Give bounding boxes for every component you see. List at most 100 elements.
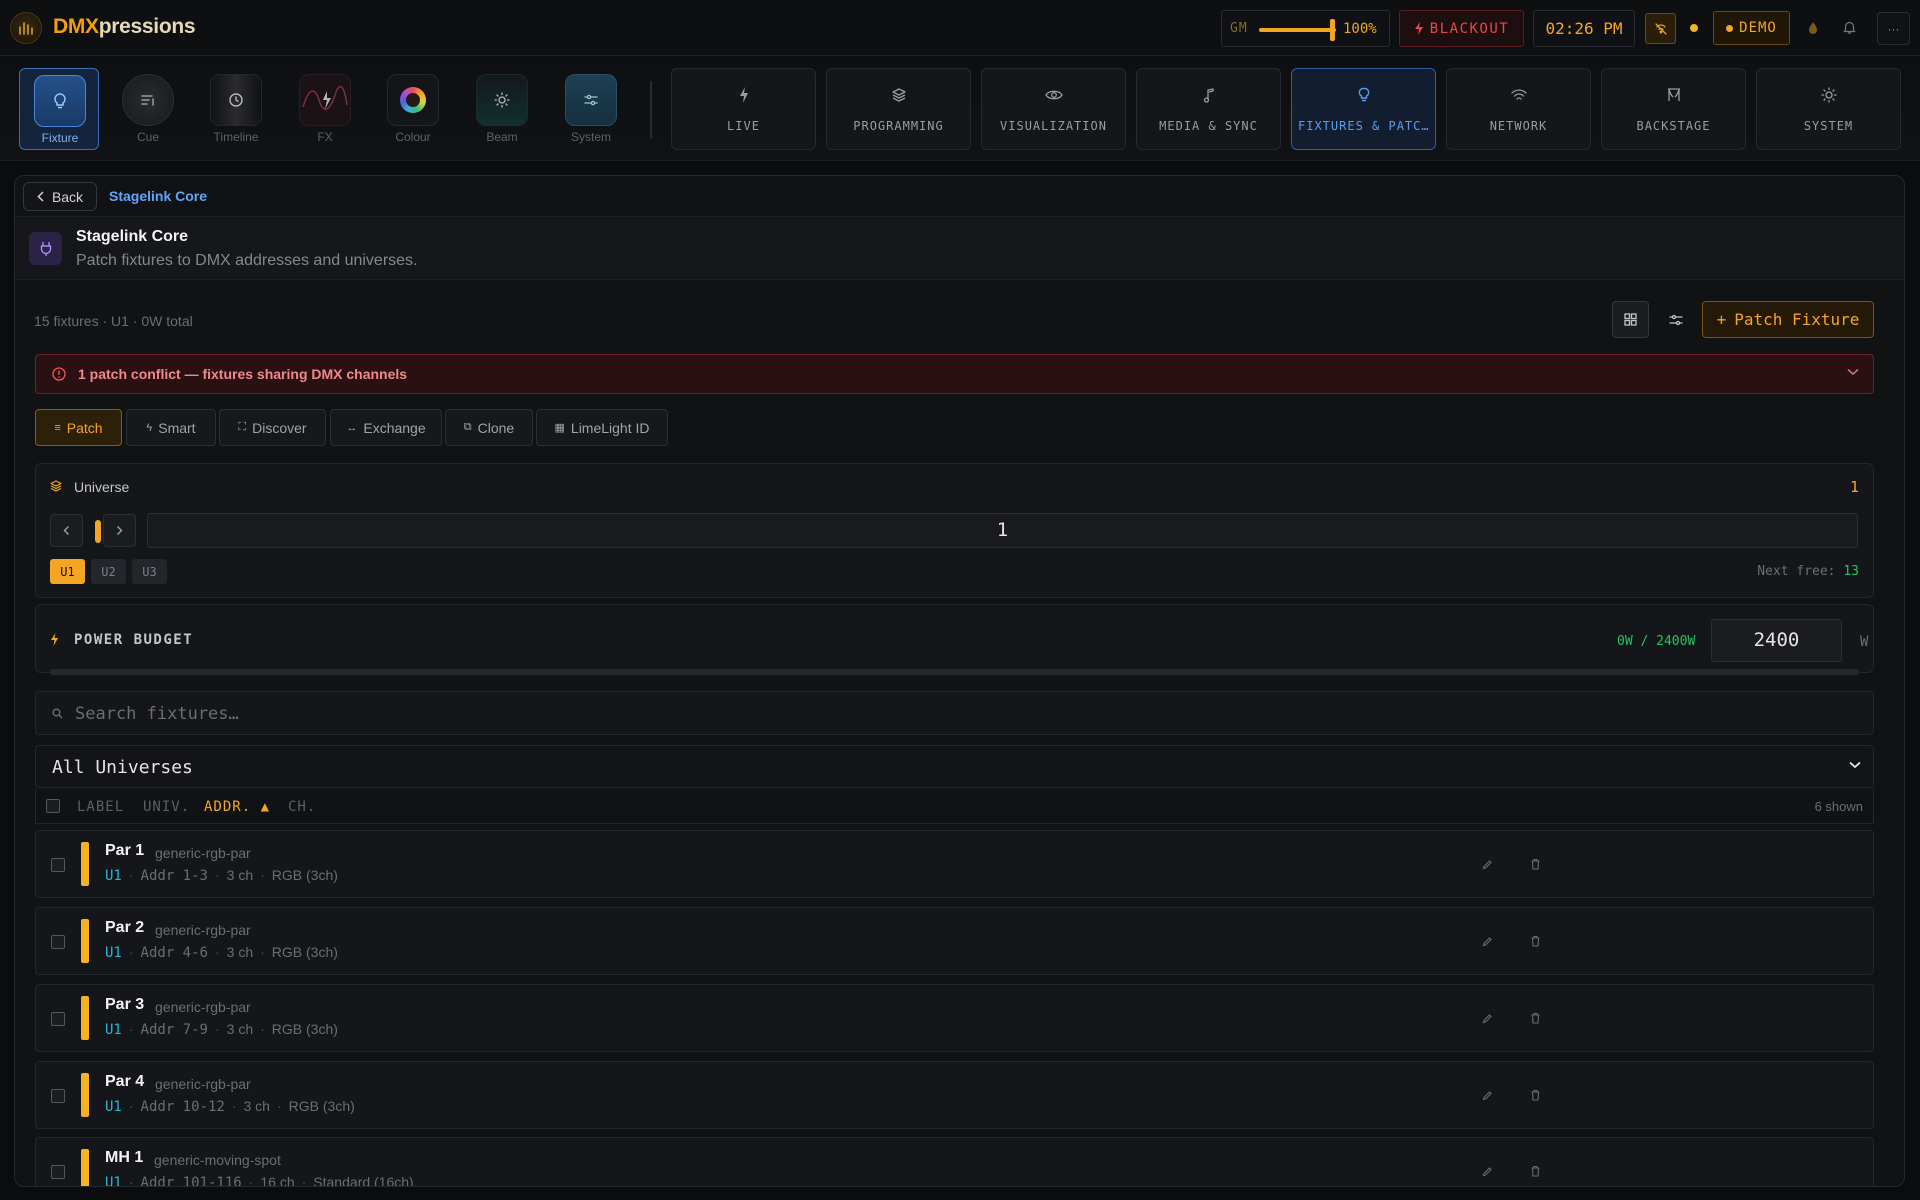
edit-icon[interactable] [1480,1011,1494,1025]
tab-label: BACKSTAGE [1636,119,1711,133]
fixture-meta: U1 · Addr 7-9 · 3 ch · RGB (3ch) [105,1021,338,1038]
filter-settings-button[interactable] [1657,301,1694,338]
subtab-label: Smart [158,419,196,436]
flame-icon[interactable] [1804,19,1822,37]
tab-network[interactable]: NETWORK [1446,68,1591,150]
grand-master-control[interactable]: GM 100% [1221,10,1390,47]
table-row[interactable]: Par 4 generic-rgb-par U1 · Addr 10-12 · 3 ch… [35,1061,1874,1129]
bolt-icon [51,633,58,646]
universe-chip-u1[interactable]: U1 [50,559,85,584]
mode-beam[interactable]: Beam [462,68,542,150]
universe-prev-button[interactable] [50,514,83,547]
blackout-button[interactable]: BLACKOUT [1399,10,1524,47]
trash-icon[interactable] [1528,1164,1542,1178]
tab-backstage[interactable]: BACKSTAGE [1601,68,1746,150]
blackout-label: BLACKOUT [1429,20,1510,37]
demo-mode-badge[interactable]: DEMO [1713,11,1790,45]
more-menu-button[interactable]: ··· [1877,12,1910,45]
universe-chip-u2[interactable]: U2 [91,559,126,584]
universe-next-button[interactable] [103,514,136,547]
bolt-icon [672,87,815,105]
chevron-right-icon [117,526,123,535]
subtab-clone[interactable]: ⧉ Clone [445,409,533,446]
search-input[interactable]: Search fixtures… [35,691,1874,735]
midi-toggle-button[interactable] [1645,13,1676,44]
patch-fixture-button[interactable]: + Patch Fixture [1702,301,1874,338]
mode-fx[interactable]: FX [285,68,365,150]
edit-icon[interactable] [1480,1164,1494,1178]
trash-icon[interactable] [1528,934,1542,948]
column-universe[interactable]: UNIV. [143,799,190,815]
fixture-address: Addr 101-116 [140,1175,242,1187]
mode-fixture[interactable]: Fixture [19,68,99,150]
separator-dot: · [128,1098,134,1114]
edit-icon[interactable] [1480,857,1494,871]
power-budget-input[interactable]: 2400 [1711,619,1842,662]
tab-visualization[interactable]: VISUALIZATION [981,68,1126,150]
grid-view-button[interactable] [1612,301,1649,338]
mode-colour[interactable]: Colour [373,68,453,150]
separator-dot: · [214,1021,220,1037]
bulb-icon [1292,87,1435,105]
tab-media-sync[interactable]: MEDIA & SYNC [1136,68,1281,150]
subtab-patch[interactable]: ≡ Patch [35,409,122,446]
column-label[interactable]: LABEL [77,799,124,815]
row-checkbox[interactable] [51,1089,65,1103]
grand-master-slider-track[interactable] [1259,28,1336,32]
fx-wave-icon [299,74,351,126]
column-channels[interactable]: CH. [288,799,316,815]
separator-dot: · [276,1098,282,1114]
row-checkbox[interactable] [51,935,65,949]
back-button[interactable]: Back [23,182,97,211]
fixture-mode: RGB (3ch) [271,1021,338,1037]
shown-count: 6 shown [1814,799,1863,814]
clock-display: 02:26 PM [1533,10,1635,47]
grand-master-slider-thumb[interactable] [1330,19,1335,41]
separator-dot: · [231,1098,237,1114]
select-all-checkbox[interactable] [46,799,60,813]
mode-timeline[interactable]: Timeline [196,68,276,150]
table-row[interactable]: Par 1 generic-rgb-par U1 · Addr 1-3 · 3 ch · R… [35,830,1874,898]
next-free-address: Next free: 13 [1757,564,1859,579]
tab-live[interactable]: LIVE [671,68,816,150]
subtab-limelight-id[interactable]: ▦ LimeLight ID [536,409,668,446]
table-row[interactable]: Par 2 generic-rgb-par U1 · Addr 4-6 · 3 ch · R… [35,907,1874,975]
antenna-off-icon [1654,22,1667,35]
separator-dot: · [260,944,265,960]
row-checkbox[interactable] [51,858,65,872]
breadcrumb[interactable]: Stagelink Core [109,188,207,204]
universe-indicator [95,520,101,543]
fixture-universe: U1 [105,1022,122,1038]
subtab-exchange[interactable]: ↔ Exchange [330,409,442,446]
universe-filter-select[interactable]: All Universes [35,745,1874,788]
universe-input[interactable]: 1 [147,513,1858,548]
subtab-discover[interactable]: ⛶ Discover [219,409,326,446]
edit-icon[interactable] [1480,934,1494,948]
table-row[interactable]: Par 3 generic-rgb-par U1 · Addr 7-9 · 3 ch · R… [35,984,1874,1052]
subtab-label: Discover [252,419,307,436]
tab-system[interactable]: SYSTEM [1756,68,1901,150]
mode-toolbar: Fixture Cue Timeline FX Colour Beam Syst… [0,57,1920,161]
column-address[interactable]: ADDR. ▲ [204,799,270,815]
row-checkbox[interactable] [51,1165,65,1179]
trash-icon[interactable] [1528,1088,1542,1102]
tab-fixtures-patch[interactable]: FIXTURES & PATCH [1291,68,1436,150]
mode-cue[interactable]: Cue [108,68,188,150]
mode-system[interactable]: System [551,68,631,150]
tab-programming[interactable]: PROGRAMMING [826,68,971,150]
universe-chip-u3[interactable]: U3 [132,559,167,584]
trash-icon[interactable] [1528,857,1542,871]
search-placeholder: Search fixtures… [75,704,239,724]
tab-label: LIVE [727,119,760,133]
row-checkbox[interactable] [51,1012,65,1026]
panel-header: Stagelink Core Patch fixtures to DMX add… [15,216,1904,280]
edit-icon[interactable] [1480,1088,1494,1102]
patch-conflict-alert[interactable]: 1 patch conflict — fixtures sharing DMX … [35,354,1874,394]
trash-icon[interactable] [1528,1011,1542,1025]
table-row[interactable]: MH 1 generic-moving-spot U1 · Addr 101-116… [35,1137,1874,1187]
subtab-smart[interactable]: ϟ Smart [126,409,216,446]
patch-fixture-label: Patch Fixture [1734,310,1860,329]
fixture-channels: 3 ch [243,1098,270,1114]
bell-icon[interactable] [1840,19,1858,37]
mode-label: Timeline [213,130,259,144]
